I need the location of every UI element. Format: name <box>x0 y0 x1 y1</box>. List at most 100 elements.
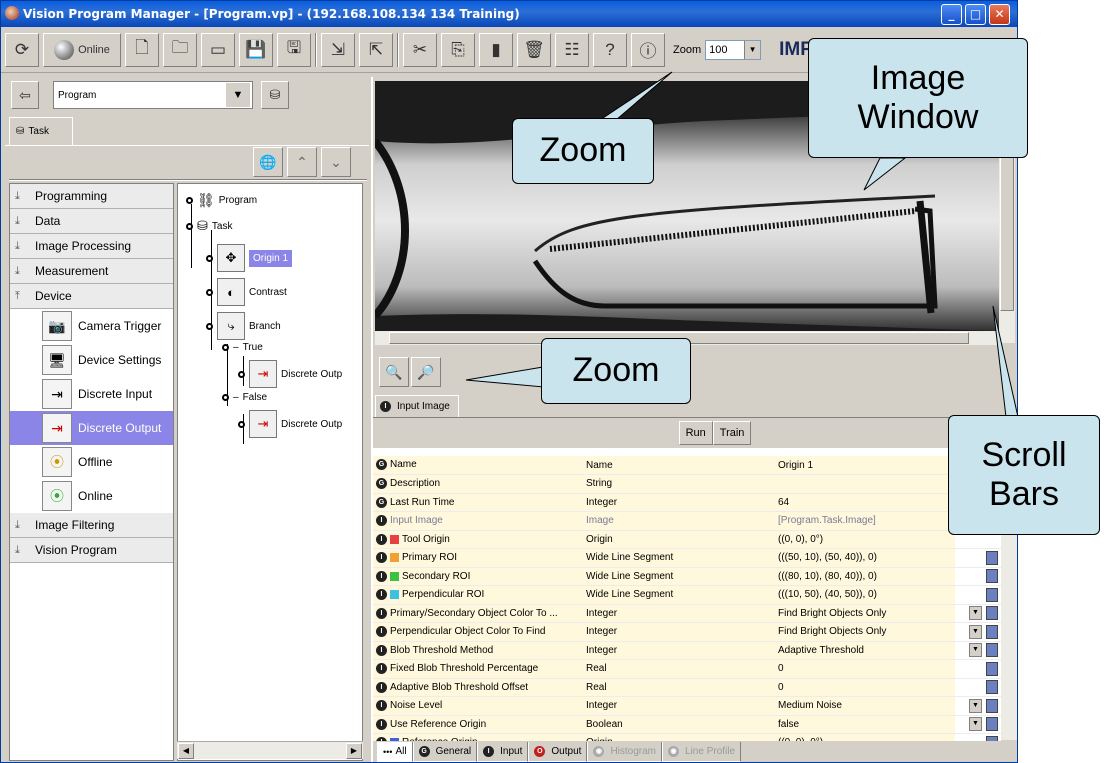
delete-icon[interactable]: 🗑 <box>517 32 551 67</box>
tree-horizontal-scrollbar[interactable]: ◀ ▶ <box>177 741 363 759</box>
minimize-button[interactable]: _ <box>941 4 962 25</box>
property-row[interactable]: I Tool Origin Origin ((0, 0), 0°) <box>373 530 1001 549</box>
property-row[interactable]: I Perpendicular Object Color To Find Integ… <box>373 622 1001 642</box>
property-row[interactable]: I Perpendicular ROI Wide Line Segment (((10… <box>373 585 1001 605</box>
edit-value-icon[interactable] <box>986 661 998 676</box>
property-row[interactable]: I Use Reference Origin Boolean false ▼ <box>373 715 1001 734</box>
close-button[interactable]: ✕ <box>989 4 1010 25</box>
tool-device-settings[interactable]: 🖥 Device Settings <box>10 343 173 377</box>
refresh-icon[interactable]: ⟳ <box>5 32 39 67</box>
property-row[interactable]: I Fixed Blob Threshold Percentage Real 0 <box>373 659 1001 679</box>
property-row[interactable]: I Noise Level Integer Medium Noise ▼ <box>373 696 1001 716</box>
paste-icon[interactable]: ▮ <box>479 32 513 67</box>
scroll-right-icon[interactable]: ▶ <box>346 743 362 759</box>
property-value[interactable]: Find Bright Objects Only <box>775 622 955 642</box>
property-value[interactable]: Origin 1 <box>775 456 955 475</box>
tab-histogram[interactable]: ◉ Histogram <box>587 742 663 762</box>
tab-general[interactable]: G General <box>412 742 478 762</box>
property-row[interactable]: G Name Name Origin 1 <box>373 456 1001 475</box>
tab-task[interactable]: ⛁ Task <box>9 117 73 145</box>
tree-node-contrast[interactable]: ◐ Contrast <box>206 278 287 306</box>
train-button[interactable]: Train <box>712 421 752 445</box>
upload-icon[interactable]: ⇱ <box>359 32 393 67</box>
property-row[interactable]: G Description String <box>373 474 1001 494</box>
category-data[interactable]: ⤓ Data <box>10 209 173 234</box>
back-arrow-icon[interactable]: ⇦ <box>11 81 39 109</box>
edit-value-icon[interactable] <box>986 606 998 621</box>
tab-input[interactable]: I Input <box>477 742 529 762</box>
chevron-down-icon[interactable]: ▼ <box>969 698 982 713</box>
save-as-icon[interactable]: 🖫 <box>277 32 311 67</box>
property-value[interactable]: Medium Noise <box>775 696 955 716</box>
property-value[interactable]: (((80, 10), (80, 40)), 0) <box>775 567 955 586</box>
save-icon[interactable]: 💾 <box>239 32 273 67</box>
category-vision-program[interactable]: ⤓ Vision Program <box>10 538 173 563</box>
chevron-down-icon[interactable]: ▼ <box>969 624 982 639</box>
edit-value-icon[interactable] <box>986 680 998 695</box>
edit-value-icon[interactable] <box>986 587 998 602</box>
edit-value-icon[interactable] <box>986 717 998 732</box>
tree-node-task[interactable]: ⛁ Task <box>186 218 232 234</box>
property-row[interactable]: G Last Run Time Integer 64 <box>373 493 1001 512</box>
property-value[interactable]: 0 <box>775 659 955 679</box>
property-row[interactable]: I Input Image Image [Program.Task.Image] <box>373 511 1001 531</box>
tool-offline[interactable]: ⦿ Offline <box>10 445 173 479</box>
property-row[interactable]: I Primary/Secondary Object Color To ... In… <box>373 604 1001 623</box>
tree-node-false[interactable]: – False <box>222 392 267 403</box>
edit-value-icon[interactable] <box>986 624 998 639</box>
tool-online[interactable]: ⦿ Online <box>10 479 173 513</box>
chevron-up-icon[interactable]: ⌃ <box>287 147 317 177</box>
globe-icon[interactable]: 🌐 <box>253 147 283 177</box>
property-value[interactable]: ((0, 0), 0°) <box>775 530 955 549</box>
property-value[interactable]: 0 <box>775 678 955 697</box>
property-row[interactable]: I Secondary ROI Wide Line Segment (((80, 10… <box>373 567 1001 586</box>
property-value[interactable]: [Program.Task.Image] <box>775 511 955 531</box>
chevron-down-icon[interactable]: ▼ <box>969 606 982 621</box>
property-row[interactable]: I Primary ROI Wide Line Segment (((50, 10),… <box>373 548 1001 568</box>
edit-value-icon[interactable] <box>986 643 998 658</box>
tree-node-discrete-output-true[interactable]: ⇥ Discrete Outp <box>238 360 342 388</box>
tree-node-program[interactable]: ⛓ Program <box>186 192 257 209</box>
property-value[interactable]: false <box>775 715 955 734</box>
tab-line-profile[interactable]: ◉ Line Profile <box>662 742 742 762</box>
zoom-select[interactable]: 100 ▼ <box>705 39 762 60</box>
edit-value-icon[interactable] <box>986 550 998 565</box>
zoom-in-icon[interactable]: 🔍 <box>379 357 409 387</box>
property-value[interactable]: 64 <box>775 493 955 512</box>
zoom-actual-size-icon[interactable]: 🔎 <box>411 357 441 387</box>
tool-discrete-input[interactable]: ⇥ Discrete Input <box>10 377 173 411</box>
category-image-filtering[interactable]: ⤓ Image Filtering <box>10 513 173 538</box>
copy-icon[interactable]: ⎘ <box>441 32 475 67</box>
tab-all[interactable]: ••• All <box>377 742 413 762</box>
category-measurement[interactable]: ⤓ Measurement <box>10 259 173 284</box>
new-file-icon[interactable]: 🗋 <box>125 32 159 67</box>
property-value[interactable]: (((50, 10), (50, 40)), 0) <box>775 548 955 568</box>
category-device[interactable]: ⤒ Device <box>10 284 173 309</box>
properties-icon[interactable]: ☷ <box>555 32 589 67</box>
run-button[interactable]: Run <box>678 421 713 445</box>
tree-node-true[interactable]: – True <box>222 342 263 353</box>
open-folder-icon[interactable]: 🗀 <box>163 32 197 67</box>
help-icon[interactable]: ? <box>593 32 627 67</box>
tool-camera-trigger[interactable]: 📷 Camera Trigger <box>10 309 173 343</box>
cut-icon[interactable]: ✂ <box>403 32 437 67</box>
tree-node-discrete-output-false[interactable]: ⇥ Discrete Outp <box>238 410 342 438</box>
property-value[interactable]: (((10, 50), (40, 50)), 0) <box>775 585 955 605</box>
tool-discrete-output[interactable]: ⇥ Discrete Output <box>10 411 173 445</box>
tab-input-image[interactable]: I Input Image <box>375 395 459 417</box>
download-icon[interactable]: ⇲ <box>321 32 355 67</box>
tree-node-branch[interactable]: ⤷ Branch <box>206 312 281 340</box>
property-row[interactable]: I Blob Threshold Method Integer Adaptive Th… <box>373 641 1001 660</box>
category-programming[interactable]: ⤓ Programming <box>10 184 173 209</box>
edit-value-icon[interactable] <box>986 569 998 584</box>
online-button[interactable]: Online <box>43 32 121 67</box>
add-task-icon[interactable]: ⛁ <box>261 81 289 109</box>
scroll-left-icon[interactable]: ◀ <box>178 743 194 759</box>
chevron-down-icon[interactable]: ▼ <box>969 643 982 658</box>
property-row[interactable]: I Adaptive Blob Threshold Offset Real 0 <box>373 678 1001 697</box>
tree-node-origin[interactable]: ✥ Origin 1 <box>206 244 293 272</box>
edit-value-icon[interactable] <box>986 698 998 713</box>
property-value[interactable]: Find Bright Objects Only <box>775 604 955 623</box>
property-value[interactable]: Adaptive Threshold <box>775 641 955 660</box>
property-value[interactable] <box>775 474 955 494</box>
